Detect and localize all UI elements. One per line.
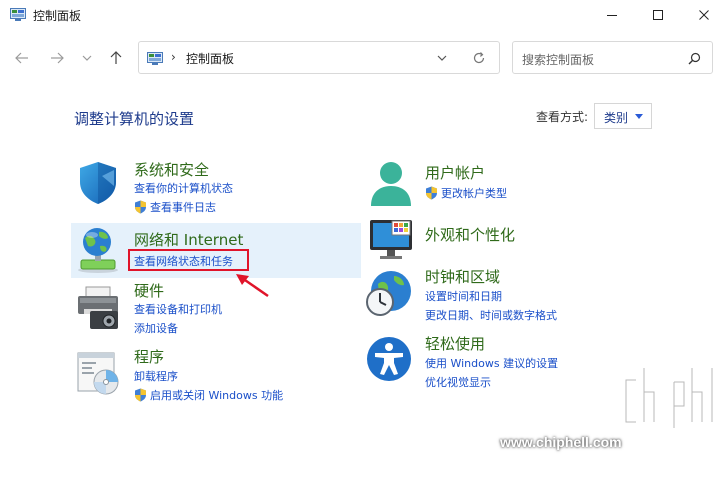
link-change-account-type[interactable]: 更改帐户类型 bbox=[425, 185, 507, 201]
address-bar[interactable]: › 控制面板 bbox=[138, 41, 500, 74]
category-system-security[interactable]: 系统和安全 bbox=[134, 159, 209, 180]
title-bar: 控制面板 bbox=[0, 0, 727, 30]
chiphell-logo bbox=[624, 366, 714, 430]
chevron-down-icon[interactable] bbox=[437, 53, 447, 63]
minimize-icon bbox=[607, 15, 617, 16]
clock-region-icon[interactable] bbox=[364, 268, 414, 318]
view-by-label: 查看方式: bbox=[536, 110, 589, 124]
link-uninstall-program[interactable]: 卸载程序 bbox=[134, 368, 178, 384]
annotation-highlight-box bbox=[128, 249, 249, 271]
category-user-accounts[interactable]: 用户帐户 bbox=[425, 162, 485, 183]
accessibility-icon[interactable] bbox=[366, 336, 412, 382]
forward-button[interactable] bbox=[46, 47, 68, 69]
up-button[interactable] bbox=[105, 47, 127, 69]
maximize-icon bbox=[653, 10, 663, 20]
recent-locations-button[interactable] bbox=[76, 47, 98, 69]
control-panel-window: 控制面板 › 控制面板 搜索控制面板 调整计算机的设置 查看方式: 类别 系统和… bbox=[0, 0, 727, 479]
link-add-device[interactable]: 添加设备 bbox=[134, 320, 178, 336]
control-panel-icon bbox=[147, 52, 163, 65]
link-change-account-type-label[interactable]: 更改帐户类型 bbox=[441, 185, 507, 201]
link-view-event-logs[interactable]: 查看事件日志 bbox=[134, 199, 216, 215]
arrow-right-icon bbox=[51, 52, 64, 64]
arrow-up-icon bbox=[110, 51, 122, 64]
watermark-text: www.chiphell.com bbox=[500, 434, 622, 450]
category-network-internet[interactable]: 网络和 Internet bbox=[134, 229, 243, 250]
dropdown-arrow-icon bbox=[635, 114, 643, 119]
link-recommended-settings[interactable]: 使用 Windows 建议的设置 bbox=[425, 355, 558, 371]
link-change-formats[interactable]: 更改日期、时间或数字格式 bbox=[425, 307, 557, 323]
view-by-dropdown[interactable]: 类别 bbox=[594, 103, 652, 129]
security-shield-icon[interactable] bbox=[76, 160, 120, 206]
chevron-down-icon bbox=[82, 55, 92, 61]
category-appearance[interactable]: 外观和个性化 bbox=[425, 224, 515, 245]
control-panel-icon bbox=[10, 8, 26, 21]
arrow-left-icon bbox=[15, 52, 28, 64]
uac-shield-icon bbox=[135, 388, 146, 402]
category-programs[interactable]: 程序 bbox=[134, 346, 164, 367]
breadcrumb-control-panel[interactable]: 控制面板 bbox=[186, 50, 234, 67]
appearance-monitor-icon[interactable] bbox=[368, 218, 414, 262]
link-view-computer-status[interactable]: 查看你的计算机状态 bbox=[134, 180, 233, 196]
search-box[interactable]: 搜索控制面板 bbox=[512, 41, 713, 74]
network-globe-icon[interactable] bbox=[75, 226, 121, 274]
link-view-devices-printers[interactable]: 查看设备和打印机 bbox=[134, 301, 222, 317]
close-icon bbox=[699, 10, 709, 20]
annotation-arrow-icon bbox=[236, 274, 269, 298]
link-windows-features[interactable]: 启用或关闭 Windows 功能 bbox=[134, 387, 283, 403]
link-windows-features-label[interactable]: 启用或关闭 Windows 功能 bbox=[150, 387, 283, 403]
category-ease-of-access[interactable]: 轻松使用 bbox=[425, 333, 485, 354]
category-clock-region[interactable]: 时钟和区域 bbox=[425, 266, 500, 287]
search-input[interactable]: 搜索控制面板 bbox=[522, 51, 594, 68]
link-set-time-date[interactable]: 设置时间和日期 bbox=[425, 288, 502, 304]
view-by-value[interactable]: 类别 bbox=[604, 109, 628, 126]
link-optimize-display[interactable]: 优化视觉显示 bbox=[425, 374, 491, 390]
breadcrumb-separator[interactable]: › bbox=[171, 50, 176, 64]
close-button[interactable] bbox=[681, 0, 727, 30]
refresh-icon[interactable] bbox=[472, 51, 486, 65]
user-account-icon[interactable] bbox=[368, 160, 414, 208]
maximize-button[interactable] bbox=[635, 0, 681, 30]
search-icon[interactable] bbox=[688, 52, 701, 65]
uac-shield-icon bbox=[426, 186, 437, 200]
navigation-bar: › 控制面板 搜索控制面板 bbox=[0, 38, 727, 80]
window-title: 控制面板 bbox=[33, 9, 82, 23]
back-button[interactable] bbox=[11, 47, 33, 69]
minimize-button[interactable] bbox=[589, 0, 635, 30]
page-heading: 调整计算机的设置 bbox=[74, 110, 195, 128]
programs-icon[interactable] bbox=[76, 350, 122, 396]
link-view-event-logs-label[interactable]: 查看事件日志 bbox=[150, 199, 216, 215]
category-hardware[interactable]: 硬件 bbox=[134, 280, 164, 301]
uac-shield-icon bbox=[135, 200, 146, 214]
printer-icon[interactable] bbox=[76, 285, 122, 331]
